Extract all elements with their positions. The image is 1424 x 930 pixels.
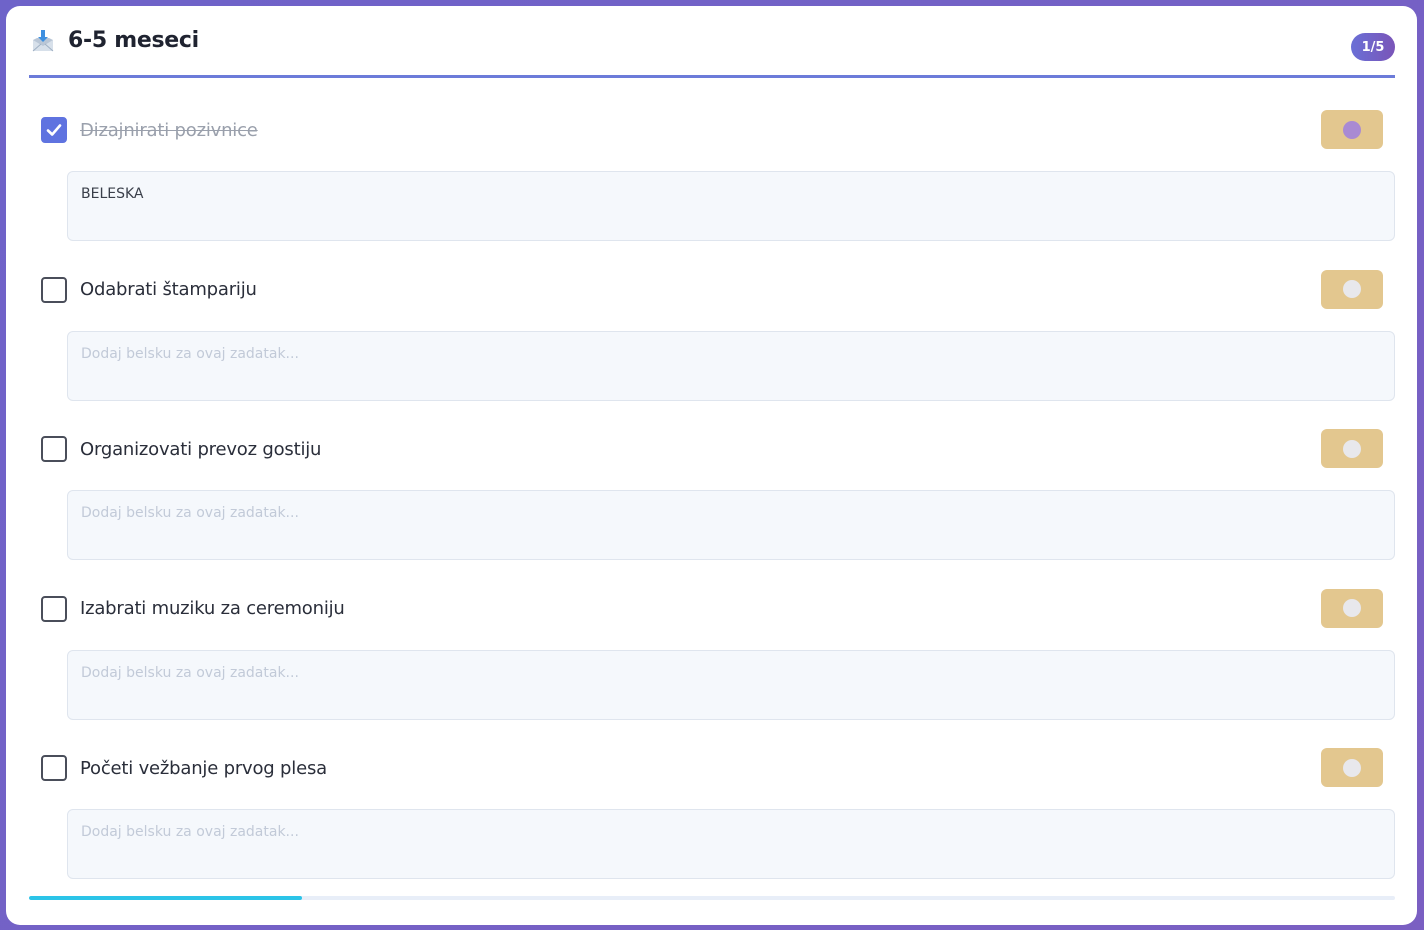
task-item: Dizajnirati pozivnice BELESKA [29,78,1395,241]
task-checkbox[interactable] [41,595,67,622]
task-label: Odabrati štampariju [80,279,257,300]
checkmark-icon [46,124,62,136]
task-note-input[interactable] [67,490,1395,560]
toggle-dot-icon [1343,599,1361,617]
task-item: Odabrati štampariju [29,238,1395,401]
task-checkbox[interactable] [41,117,67,143]
task-item: Početi vežbanje prvog plesa [29,716,1395,879]
page-title: 6-5 meseci [68,28,199,53]
toggle-dot-icon [1343,439,1361,458]
inbox-download-icon [30,28,56,54]
task-checkbox[interactable] [41,436,67,462]
toggle-dot-icon [1343,758,1361,777]
task-row: Početi vežbanje prvog plesa [41,748,1383,788]
task-note-input[interactable] [67,809,1395,879]
section-header: 6-5 meseci 1/5 [29,6,1395,78]
task-toggle-button[interactable] [1321,748,1383,787]
task-list: Dizajnirati pozivnice BELESKA Odabrati š… [29,78,1395,879]
task-label: Izabrati muziku za ceremoniju [80,598,345,619]
task-row: Izabrati muziku za ceremoniju [41,588,1383,629]
task-label: Organizovati prevoz gostiju [80,438,322,460]
task-row: Organizovati prevoz gostiju [41,429,1383,469]
task-item: Izabrati muziku za ceremoniju [29,557,1395,720]
task-label: Početi vežbanje prvog plesa [80,757,327,779]
progress-bar-fill [29,896,303,900]
task-checkbox[interactable] [41,755,67,781]
task-toggle-button[interactable] [1321,429,1383,468]
task-toggle-button[interactable] [1321,588,1383,628]
task-item: Organizovati prevoz gostiju [29,397,1395,560]
task-checkbox[interactable] [41,276,67,303]
toggle-dot-icon [1343,120,1361,139]
task-toggle-button[interactable] [1321,269,1383,309]
task-toggle-button[interactable] [1321,110,1383,149]
task-label: Dizajnirati pozivnice [80,119,258,141]
checklist-card: 6-5 meseci 1/5 Dizajnirati pozivnice BEL… [6,6,1417,925]
task-row: Dizajnirati pozivnice [41,110,1383,150]
task-note-input[interactable] [67,330,1395,401]
task-note-input[interactable] [67,649,1395,720]
task-row: Odabrati štampariju [41,269,1383,310]
progress-counter-badge: 1/5 [1351,33,1395,61]
task-note-input[interactable]: BELESKA [67,171,1395,241]
progress-bar [29,896,1395,900]
toggle-dot-icon [1343,280,1361,298]
